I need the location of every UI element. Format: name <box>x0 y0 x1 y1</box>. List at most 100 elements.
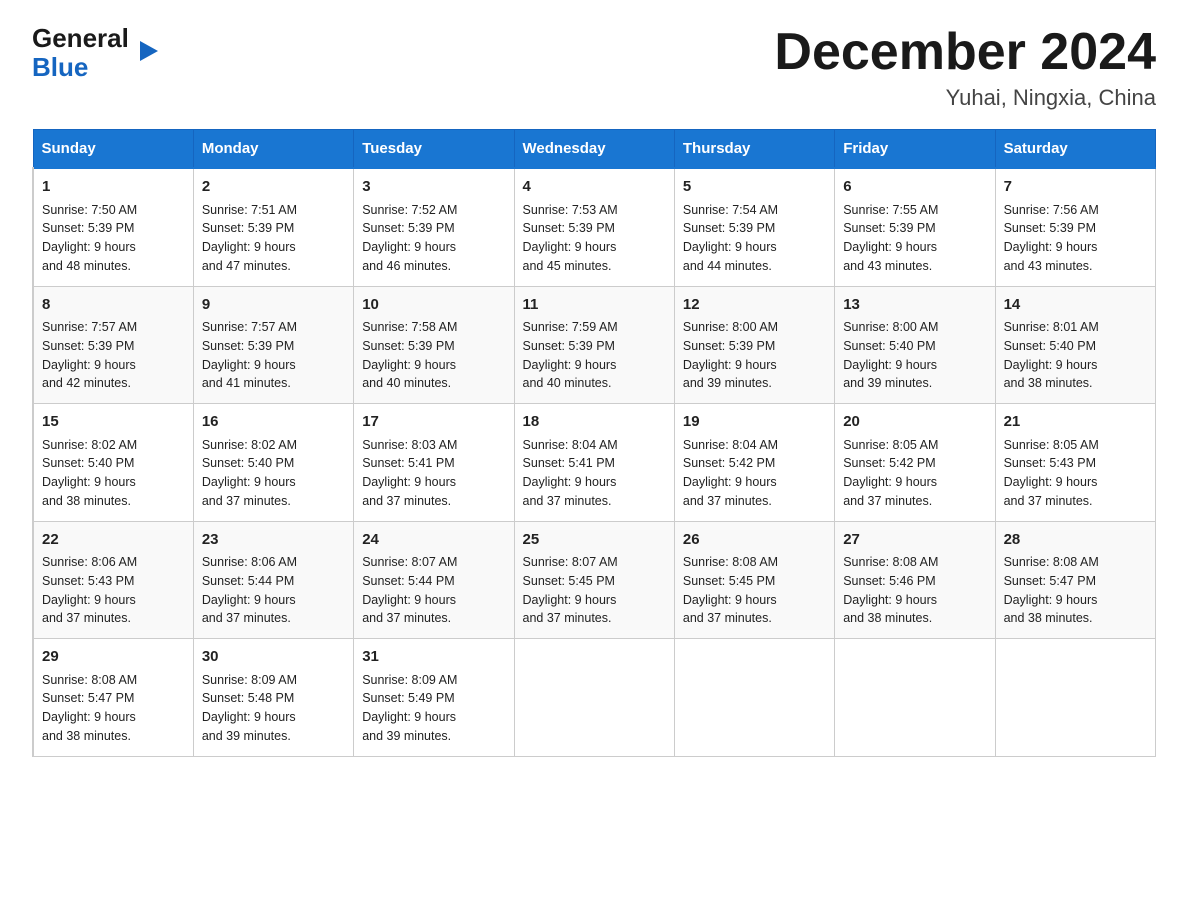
daylight-label: Daylight: 9 hours <box>683 475 777 489</box>
table-row: 31Sunrise: 8:09 AMSunset: 5:49 PMDayligh… <box>354 639 514 757</box>
sunset-label: Sunset: 5:39 PM <box>42 221 134 235</box>
sunset-label: Sunset: 5:39 PM <box>362 221 454 235</box>
day-number: 27 <box>843 529 986 552</box>
daylight-label: Daylight: 9 hours <box>42 710 136 724</box>
day-number: 13 <box>843 294 986 317</box>
sunset-label: Sunset: 5:39 PM <box>362 339 454 353</box>
daylight-minutes: and 40 minutes. <box>362 376 451 390</box>
col-thursday: Thursday <box>674 130 834 169</box>
day-number: 4 <box>523 176 666 199</box>
table-row: 14Sunrise: 8:01 AMSunset: 5:40 PMDayligh… <box>995 286 1155 404</box>
day-number: 22 <box>42 529 185 552</box>
sunset-label: Sunset: 5:43 PM <box>42 574 134 588</box>
daylight-minutes: and 48 minutes. <box>42 259 131 273</box>
day-number: 28 <box>1004 529 1147 552</box>
page-header: General Blue December 2024 Yuhai, Ningxi… <box>32 24 1156 111</box>
calendar-week-row: 22 Sunrise: 8:06 AM Sunset: 5:43 PM Dayligh… <box>33 521 1156 639</box>
daylight-label: Daylight: 9 hours <box>1004 240 1098 254</box>
table-row: 3Sunrise: 7:52 AMSunset: 5:39 PMDaylight… <box>354 168 514 286</box>
sunrise-label: Sunrise: 8:04 AM <box>683 438 778 452</box>
daylight-minutes: and 37 minutes. <box>523 494 612 508</box>
sunrise-label: Sunrise: 8:02 AM <box>42 438 137 452</box>
logo-line2: Blue <box>32 53 88 82</box>
day-number: 23 <box>202 529 345 552</box>
sunrise-label: Sunrise: 7:56 AM <box>1004 203 1099 217</box>
sunset-label: Sunset: 5:44 PM <box>202 574 294 588</box>
daylight-minutes: and 37 minutes. <box>683 494 772 508</box>
day-number: 25 <box>523 529 666 552</box>
sunset-label: Sunset: 5:39 PM <box>523 221 615 235</box>
daylight-minutes: and 38 minutes. <box>1004 611 1093 625</box>
day-number: 8 <box>42 294 185 317</box>
logo-general: General <box>32 24 129 53</box>
daylight-minutes: and 38 minutes. <box>1004 376 1093 390</box>
day-number: 12 <box>683 294 826 317</box>
daylight-label: Daylight: 9 hours <box>202 475 296 489</box>
daylight-label: Daylight: 9 hours <box>843 240 937 254</box>
sunset-label: Sunset: 5:40 PM <box>42 456 134 470</box>
daylight-minutes: and 37 minutes. <box>1004 494 1093 508</box>
sunrise-label: Sunrise: 8:07 AM <box>362 555 457 569</box>
daylight-minutes: and 37 minutes. <box>42 611 131 625</box>
daylight-label: Daylight: 9 hours <box>362 710 456 724</box>
sunrise-label: Sunrise: 7:58 AM <box>362 320 457 334</box>
sunset-label: Sunset: 5:45 PM <box>683 574 775 588</box>
daylight-minutes: and 38 minutes. <box>42 729 131 743</box>
daylight-label: Daylight: 9 hours <box>1004 358 1098 372</box>
sunset-label: Sunset: 5:46 PM <box>843 574 935 588</box>
calendar-week-row: 8Sunrise: 7:57 AMSunset: 5:39 PMDaylight… <box>33 286 1156 404</box>
sunset-label: Sunset: 5:39 PM <box>202 221 294 235</box>
day-number: 7 <box>1004 176 1147 199</box>
table-row: 15Sunrise: 8:02 AMSunset: 5:40 PMDayligh… <box>33 404 193 522</box>
calendar-title: December 2024 <box>774 24 1156 81</box>
daylight-label: Daylight: 9 hours <box>683 593 777 607</box>
sunset-label: Sunset: 5:40 PM <box>843 339 935 353</box>
daylight-minutes: and 46 minutes. <box>362 259 451 273</box>
sunset-label: Sunset: 5:48 PM <box>202 691 294 705</box>
sunrise-label: Sunrise: 8:05 AM <box>1004 438 1099 452</box>
daylight-minutes: and 47 minutes. <box>202 259 291 273</box>
sunset-label: Sunset: 5:42 PM <box>843 456 935 470</box>
sunset-label: Sunset: 5:45 PM <box>523 574 615 588</box>
calendar-header-row: Sunday Monday Tuesday Wednesday Thursday… <box>33 130 1156 169</box>
daylight-label: Daylight: 9 hours <box>202 240 296 254</box>
sunrise-label: Sunrise: 7:54 AM <box>683 203 778 217</box>
daylight-label: Daylight: 9 hours <box>202 358 296 372</box>
table-row: 4Sunrise: 7:53 AMSunset: 5:39 PMDaylight… <box>514 168 674 286</box>
sunrise-label: Sunrise: 8:08 AM <box>42 673 137 687</box>
col-monday: Monday <box>193 130 353 169</box>
day-number: 24 <box>362 529 505 552</box>
col-saturday: Saturday <box>995 130 1155 169</box>
sunrise-label: Sunrise: 7:50 AM <box>42 203 137 217</box>
daylight-label: Daylight: 9 hours <box>523 240 617 254</box>
daylight-minutes: and 41 minutes. <box>202 376 291 390</box>
table-row: 18Sunrise: 8:04 AMSunset: 5:41 PMDayligh… <box>514 404 674 522</box>
table-row: 2Sunrise: 7:51 AMSunset: 5:39 PMDaylight… <box>193 168 353 286</box>
table-row: 19Sunrise: 8:04 AMSunset: 5:42 PMDayligh… <box>674 404 834 522</box>
sunrise-label: Sunrise: 8:06 AM <box>202 555 297 569</box>
calendar-week-row: 29Sunrise: 8:08 AMSunset: 5:47 PMDayligh… <box>33 639 1156 757</box>
day-number: 18 <box>523 411 666 434</box>
daylight-minutes: and 37 minutes. <box>683 611 772 625</box>
daylight-minutes: and 43 minutes. <box>843 259 932 273</box>
daylight-minutes: and 39 minutes. <box>683 376 772 390</box>
logo-line1: General <box>32 24 140 53</box>
table-row: 21Sunrise: 8:05 AMSunset: 5:43 PMDayligh… <box>995 404 1155 522</box>
col-friday: Friday <box>835 130 995 169</box>
calendar-week-row: 15Sunrise: 8:02 AMSunset: 5:40 PMDayligh… <box>33 404 1156 522</box>
day-number: 1 <box>42 176 185 199</box>
sunrise-label: Sunrise: 7:51 AM <box>202 203 297 217</box>
sunrise-label: Sunrise: 7:59 AM <box>523 320 618 334</box>
sunrise-label: Sunrise: 8:08 AM <box>1004 555 1099 569</box>
daylight-minutes: and 39 minutes. <box>843 376 932 390</box>
daylight-label: Daylight: 9 hours <box>42 475 136 489</box>
sunrise-label: Sunrise: 8:01 AM <box>1004 320 1099 334</box>
sunset-label: Sunset: 5:43 PM <box>1004 456 1096 470</box>
sunset-label: Sunset: 5:39 PM <box>683 221 775 235</box>
logo: General Blue <box>32 24 140 81</box>
day-number: 30 <box>202 646 345 669</box>
daylight-minutes: and 43 minutes. <box>1004 259 1093 273</box>
table-row: 12Sunrise: 8:00 AMSunset: 5:39 PMDayligh… <box>674 286 834 404</box>
day-number: 6 <box>843 176 986 199</box>
table-row: 17Sunrise: 8:03 AMSunset: 5:41 PMDayligh… <box>354 404 514 522</box>
